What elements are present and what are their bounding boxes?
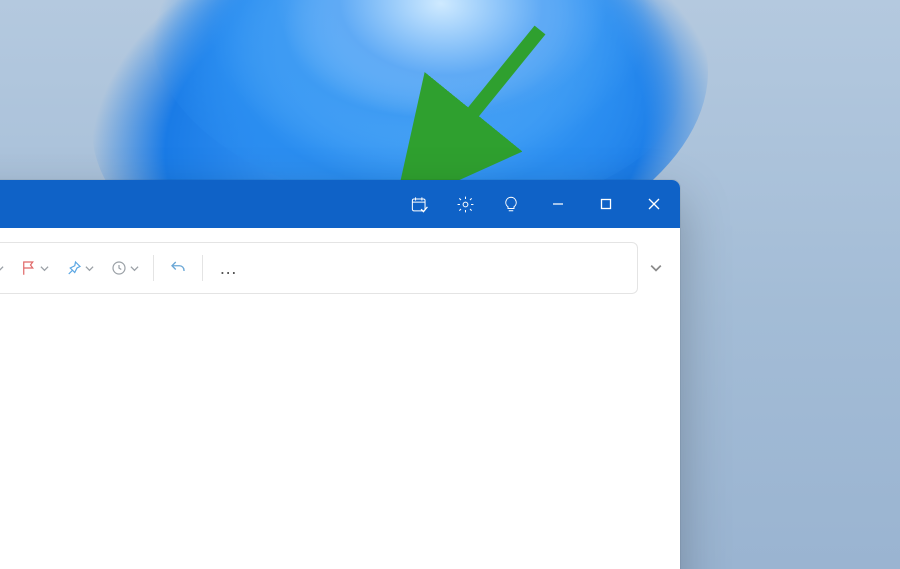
collapse-ribbon-button[interactable] bbox=[650, 262, 662, 274]
ribbon-toolbar: lles markeren als gelezen bbox=[0, 242, 638, 294]
maximize-icon bbox=[600, 198, 612, 210]
calendar-done-icon bbox=[410, 195, 429, 214]
minimize-button[interactable] bbox=[534, 180, 582, 228]
undo-icon bbox=[168, 259, 188, 277]
snooze-button[interactable] bbox=[102, 243, 147, 293]
gear-icon bbox=[456, 195, 475, 214]
pin-button[interactable] bbox=[57, 243, 102, 293]
more-button[interactable]: … bbox=[209, 258, 249, 279]
titlebar bbox=[0, 180, 680, 228]
chevron-down-icon bbox=[0, 264, 4, 273]
flag-icon bbox=[20, 259, 38, 277]
separator bbox=[202, 255, 203, 281]
close-button[interactable] bbox=[630, 180, 678, 228]
desktop-wallpaper: lles markeren als gelezen bbox=[0, 0, 900, 569]
separator bbox=[153, 255, 154, 281]
chevron-down-icon bbox=[650, 262, 662, 274]
pin-icon bbox=[65, 259, 83, 277]
clock-icon bbox=[110, 259, 128, 277]
settings-button[interactable] bbox=[442, 180, 488, 228]
calendar-done-button[interactable] bbox=[396, 180, 442, 228]
undo-button[interactable] bbox=[160, 243, 196, 293]
close-icon bbox=[648, 198, 660, 210]
ellipsis-icon: … bbox=[219, 258, 239, 278]
lightbulb-icon bbox=[502, 194, 520, 214]
ribbon-area: lles markeren als gelezen bbox=[0, 228, 680, 294]
chevron-down-icon bbox=[130, 264, 139, 273]
minimize-icon bbox=[552, 198, 564, 210]
tips-button[interactable] bbox=[488, 180, 534, 228]
app-window: lles markeren als gelezen bbox=[0, 180, 680, 569]
chevron-down-icon bbox=[40, 264, 49, 273]
tag-button[interactable] bbox=[0, 243, 12, 293]
flag-button[interactable] bbox=[12, 243, 57, 293]
maximize-button[interactable] bbox=[582, 180, 630, 228]
chevron-down-icon bbox=[85, 264, 94, 273]
